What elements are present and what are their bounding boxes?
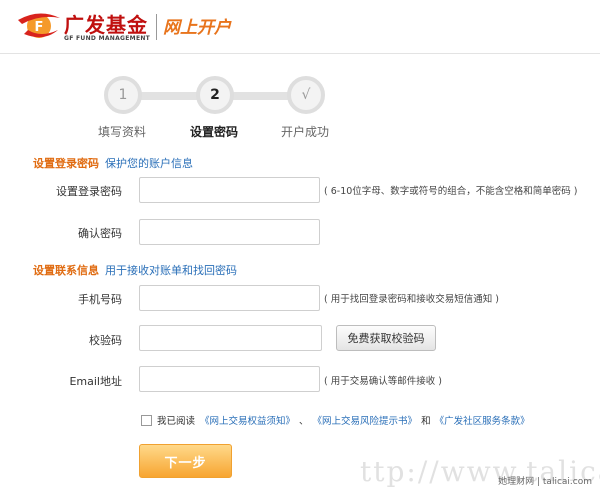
login-section-subtitle: 保护您的账户信息: [105, 157, 193, 170]
get-verification-code-button[interactable]: 免费获取校验码: [336, 325, 436, 351]
confirm-password-label: 确认密码: [78, 227, 122, 240]
contact-section-subtitle: 用于接收对账单和找回密码: [105, 264, 237, 277]
email-label: Email地址: [69, 375, 122, 388]
brand-name: 广发基金: [64, 13, 148, 37]
login-section-title: 设置登录密码: [33, 157, 99, 170]
agreement-checkbox[interactable]: [141, 414, 152, 426]
step-connector-2: [230, 92, 290, 100]
agreement-row: 我已阅读 《网上交易权益须知》 、 《网上交易风险提示书》 和 《广发社区服务条…: [141, 412, 530, 428]
step-3-checkmark-icon: √: [287, 76, 325, 114]
step-1-label: 填写资料: [98, 125, 147, 139]
agreement-separator-2: 和: [421, 416, 431, 427]
password-label: 设置登录密码: [56, 185, 122, 198]
page-title: 网上开户: [163, 18, 231, 38]
community-terms-link[interactable]: 《广发社区服务条款》: [435, 413, 530, 427]
watermark-corner: 她理财网 | talicai.com: [498, 477, 592, 487]
verification-code-label: 校验码: [89, 334, 122, 347]
step-1-number: 1: [118, 87, 128, 103]
page-header: F 广发基金 GF FUND MANAGEMENT 网上开户: [0, 0, 600, 54]
step-2-number: 2: [210, 87, 220, 103]
phone-hint: ( 用于找回登录密码和接收交易短信通知 ): [324, 294, 499, 305]
step-2-label: 设置密码: [190, 125, 239, 139]
step-3-number: √: [301, 87, 311, 103]
login-section-header: 设置登录密码 保护您的账户信息: [33, 155, 193, 171]
step-connector-1: [140, 92, 198, 100]
risk-disclosure-link[interactable]: 《网上交易风险提示书》: [313, 413, 418, 427]
password-hint: ( 6-10位字母、数字或符号的组合，不能含空格和简单密码 ): [324, 186, 578, 197]
next-step-button[interactable]: 下一步: [139, 444, 232, 478]
step-2-circle: 2: [196, 76, 234, 114]
verification-code-input[interactable]: [139, 325, 322, 351]
contact-section-header: 设置联系信息 用于接收对账单和找回密码: [33, 262, 237, 278]
rights-notice-link[interactable]: 《网上交易权益须知》: [200, 413, 295, 427]
step-1-circle: 1: [104, 76, 142, 114]
password-input[interactable]: [139, 177, 320, 203]
email-hint: ( 用于交易确认等邮件接收 ): [324, 376, 442, 387]
phone-label: 手机号码: [78, 293, 122, 306]
agreement-prefix: 我已阅读: [157, 416, 196, 427]
email-input[interactable]: [139, 366, 320, 392]
contact-section-title: 设置联系信息: [33, 264, 99, 277]
header-divider: [156, 14, 157, 40]
agreement-separator-1: 、: [299, 416, 309, 427]
confirm-password-input[interactable]: [139, 219, 320, 245]
svg-text:F: F: [35, 20, 44, 35]
brand-english-name: GF FUND MANAGEMENT: [64, 35, 151, 42]
phone-input[interactable]: [139, 285, 320, 311]
step-3-label: 开户成功: [281, 125, 330, 139]
gf-logo-icon: F: [18, 13, 60, 38]
